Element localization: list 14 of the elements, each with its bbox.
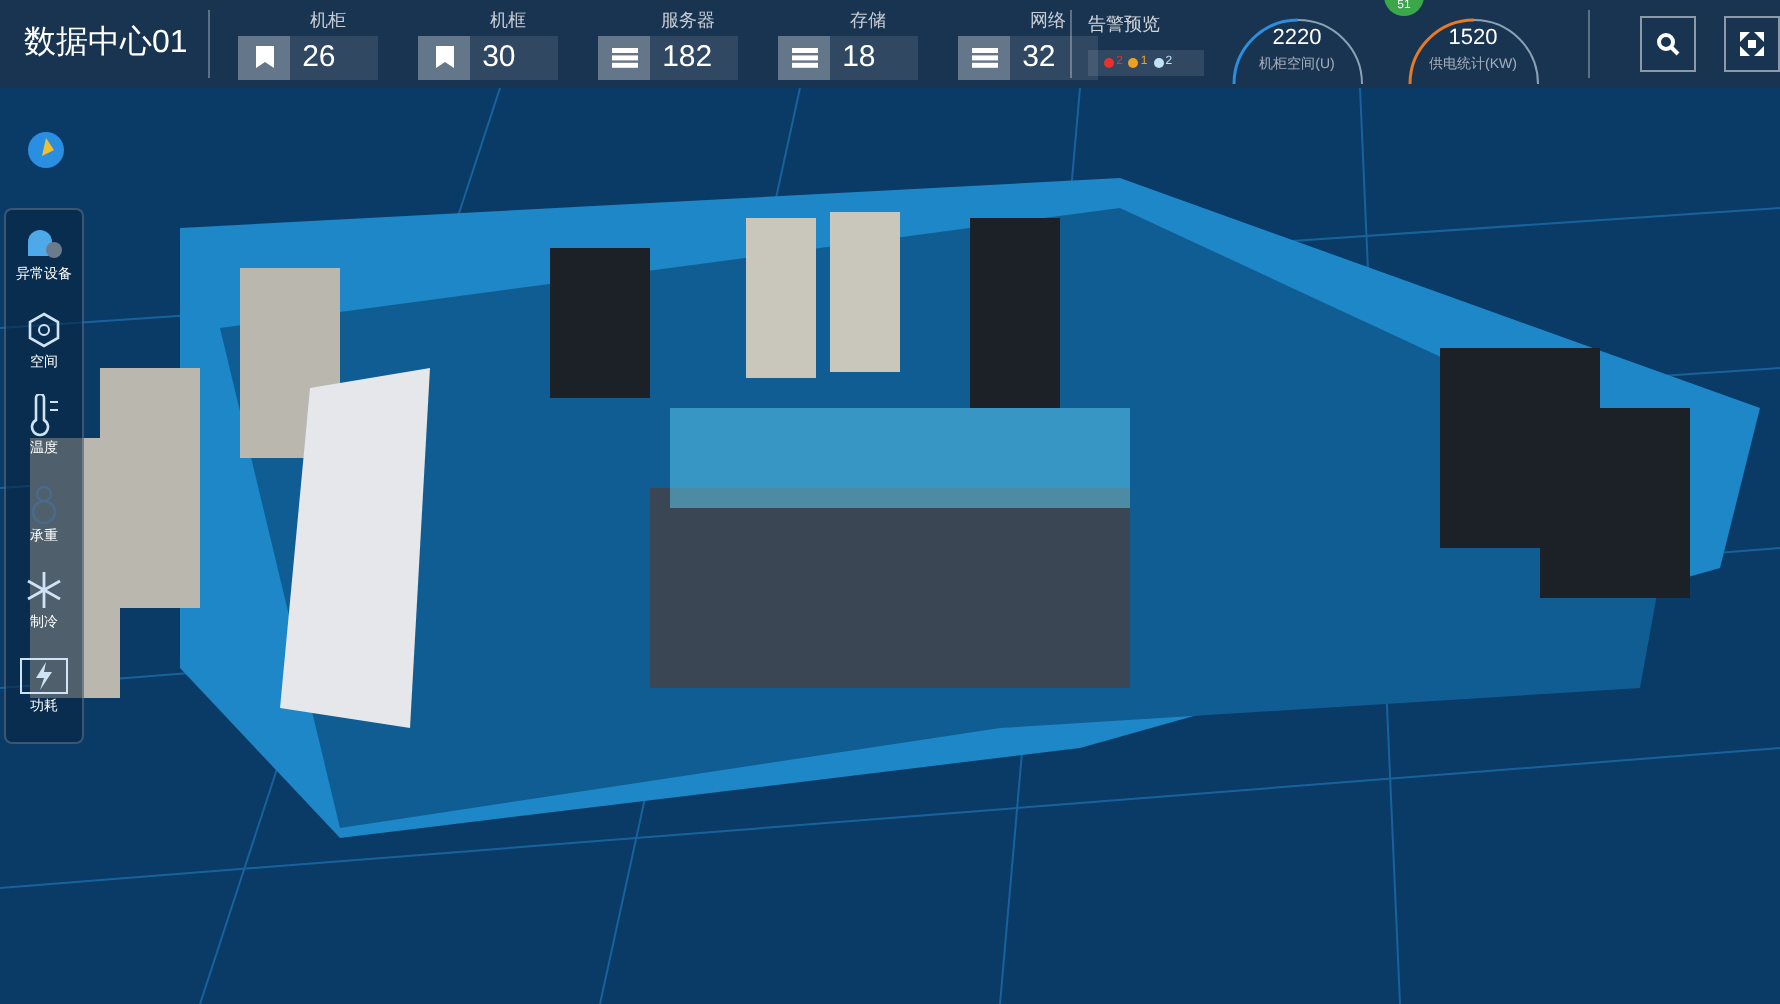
- stat-label: 服务器: [661, 8, 716, 34]
- stat-label: 网络: [1030, 8, 1067, 34]
- stat-value: 26: [302, 37, 336, 77]
- alert-label: 告警预览: [1088, 12, 1163, 38]
- stat-label: 存储: [850, 8, 887, 34]
- page-title: 数据中心01: [22, 23, 190, 64]
- stat-label: 机框: [490, 8, 527, 34]
- stat-value: 32: [1022, 37, 1056, 77]
- stat-value: 182: [662, 37, 713, 77]
- stat-value: 18: [842, 37, 876, 77]
- gauge-value: 2220: [1272, 24, 1322, 54]
- stat-value: 30: [482, 37, 516, 77]
- gauge-value: 1520: [1448, 24, 1498, 54]
- stat-label: 机柜: [310, 8, 347, 34]
